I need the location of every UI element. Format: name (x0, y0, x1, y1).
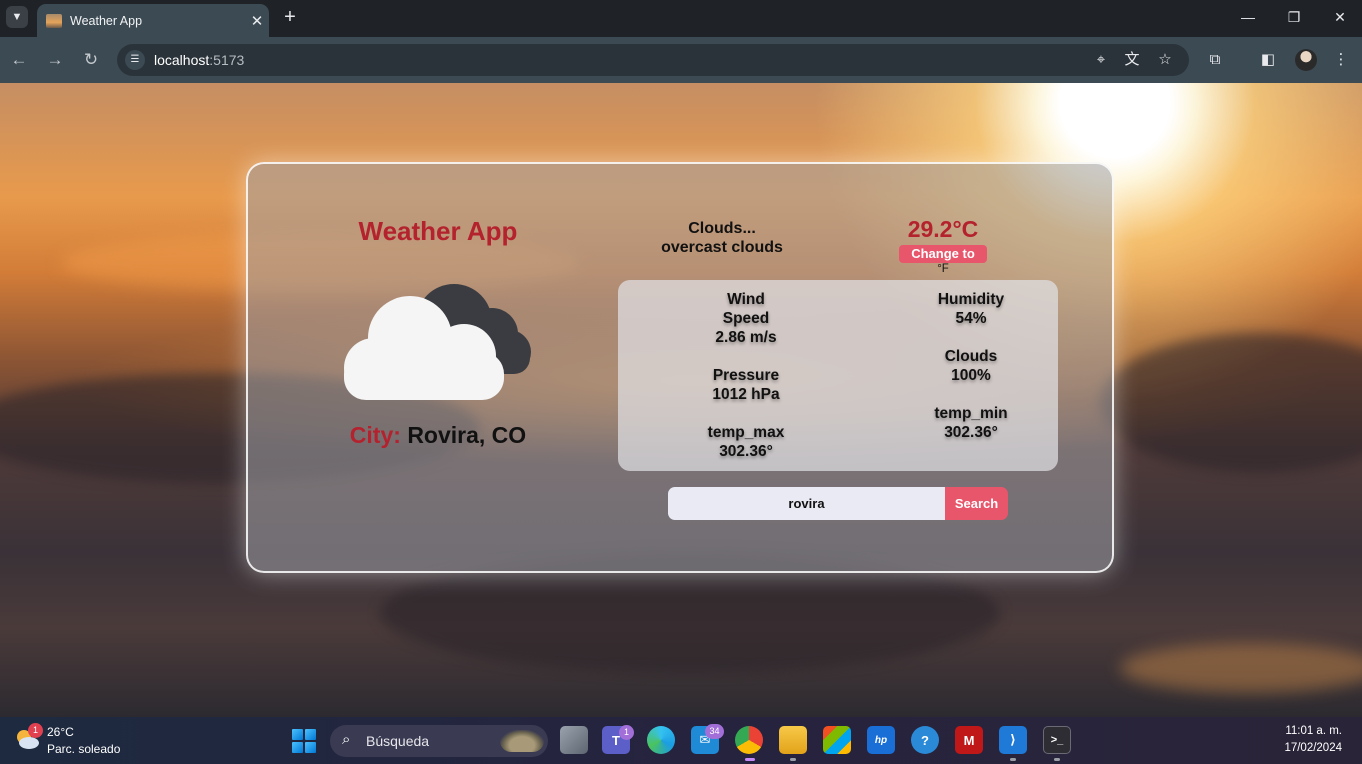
address-bar[interactable]: ☰ localhost:5173 ⌖ 文 ☆ (117, 44, 1189, 76)
teams-badge: 1 (619, 725, 634, 740)
clouds-value: 100% (951, 367, 991, 384)
reload-icon[interactable]: ↻ (79, 48, 103, 72)
humidity-value: 54% (955, 310, 987, 327)
forward-icon[interactable]: → (43, 48, 67, 72)
bookmark-star-icon[interactable]: ☆ (1155, 50, 1175, 70)
humidity-label: Humidity (937, 291, 1005, 308)
file-explorer-icon[interactable] (779, 726, 807, 754)
wind-speed: Wind Speed 2.86 m/s (678, 290, 814, 347)
background-cloud (1100, 333, 1362, 473)
myhp-icon[interactable]: hp (867, 726, 895, 754)
condition-main: Clouds... (688, 220, 756, 237)
cloud-icon (344, 284, 531, 400)
background-cloud (1120, 643, 1362, 693)
edge-icon[interactable] (647, 726, 675, 754)
wind-value: 2.86 m/s (715, 329, 777, 346)
taskbar: 1 26°C Parc. soleado ⌕ Búsqueda T 1 ✉ 34… (0, 717, 1362, 764)
clouds-label: Clouds (944, 348, 998, 365)
condition-desc: overcast clouds (661, 239, 783, 256)
windows-start-icon[interactable] (292, 729, 316, 753)
restore-icon[interactable]: ❐ (1271, 5, 1317, 29)
weather-description: Clouds... overcast clouds (638, 219, 806, 257)
back-icon[interactable]: ← (7, 48, 31, 72)
change-unit-button[interactable]: Change to (899, 245, 987, 263)
temp-min-label: temp_min (934, 405, 1008, 422)
pressure-value: 1012 hPa (712, 386, 780, 403)
temp-max-label: temp_max (707, 424, 785, 441)
temp-min: temp_min 302.36° (903, 404, 1039, 442)
minimize-icon[interactable]: — (1225, 5, 1271, 29)
taskbar-search[interactable]: ⌕ Búsqueda (330, 725, 548, 757)
temp-max-value: 302.36° (719, 443, 773, 460)
url-port: :5173 (209, 52, 245, 68)
translate-icon[interactable]: 文 (1122, 50, 1142, 70)
pressure-label: Pressure (712, 367, 780, 384)
chrome-icon[interactable] (735, 726, 763, 754)
taskbar-weather-temp[interactable]: 26°C (47, 725, 74, 739)
mcafee-icon[interactable]: M (955, 726, 983, 754)
url-host: localhost (154, 52, 210, 68)
taskbar-clock-date[interactable]: 17/02/2024 (1262, 742, 1342, 754)
clouds: Clouds 100% (903, 347, 1039, 385)
extensions-icon[interactable]: ⧉ (1205, 50, 1225, 70)
help-icon[interactable]: ? (911, 726, 939, 754)
temp-max: temp_max 302.36° (678, 423, 814, 461)
menu-icon[interactable]: ⋮ (1331, 50, 1351, 70)
weather-card: Weather App City: Rovira, CO Clouds... o… (246, 162, 1114, 573)
taskbar-search-placeholder: Búsqueda (366, 733, 430, 749)
terminal-running-indicator (1054, 758, 1060, 761)
vscode-icon[interactable]: ⟩ (999, 726, 1027, 754)
city-name: Rovira, CO (407, 422, 527, 448)
humidity: Humidity 54% (903, 290, 1039, 328)
temp-min-value: 302.36° (944, 424, 998, 441)
profile-avatar[interactable] (1295, 49, 1317, 71)
tab-favicon-icon (46, 13, 62, 28)
url-text[interactable]: localhost:5173 (154, 52, 244, 68)
terminal-icon[interactable]: >_ (1043, 726, 1071, 754)
city-search-input[interactable] (668, 487, 945, 520)
tab-close-icon[interactable]: ✕ (245, 12, 269, 30)
city-line: City: Rovira, CO (248, 422, 628, 449)
explorer-running-indicator (790, 758, 796, 761)
site-info-icon[interactable]: ☰ (125, 50, 145, 70)
store-icon[interactable] (823, 726, 851, 754)
change-unit-suffix[interactable]: °F (899, 263, 987, 275)
side-panel-icon[interactable]: ◧ (1258, 50, 1278, 70)
pressure: Pressure 1012 hPa (678, 366, 814, 404)
wind-label-2: Speed (722, 310, 770, 327)
page-viewport: Weather App City: Rovira, CO Clouds... o… (0, 83, 1362, 717)
browser-tab-strip: ▼ Weather App ✕ + — ❐ ✕ (0, 0, 1362, 37)
tab-title: Weather App (70, 13, 143, 28)
task-view-icon[interactable] (560, 726, 588, 754)
weather-badge: 1 (28, 723, 43, 738)
chrome-active-indicator (745, 758, 755, 761)
close-window-icon[interactable]: ✕ (1317, 5, 1362, 29)
search-button[interactable]: Search (945, 487, 1008, 520)
tab-search-button[interactable]: ▼ (6, 6, 28, 28)
taskbar-clock-time[interactable]: 11:01 a. m. (1270, 725, 1342, 737)
search-highlight-icon (500, 730, 544, 752)
browser-toolbar: ← → ↻ ☰ localhost:5173 ⌖ 文 ☆ ⧉ ◧ ⋮ (0, 37, 1362, 83)
search-icon: ⌕ (342, 731, 351, 748)
taskbar-weather-condition[interactable]: Parc. soleado (47, 742, 120, 756)
city-label: City: (349, 422, 401, 448)
details-panel: Wind Speed 2.86 m/s Pressure 1012 hPa te… (618, 280, 1058, 471)
location-icon[interactable]: ⌖ (1091, 50, 1111, 70)
temperature: 29.2°C (907, 216, 979, 242)
app-title: Weather App (358, 216, 518, 246)
mail-badge: 34 (705, 724, 724, 739)
vscode-running-indicator (1010, 758, 1016, 761)
browser-tab[interactable]: Weather App ✕ (37, 4, 269, 37)
new-tab-button[interactable]: + (279, 6, 301, 28)
wind-label: Wind (727, 291, 765, 308)
